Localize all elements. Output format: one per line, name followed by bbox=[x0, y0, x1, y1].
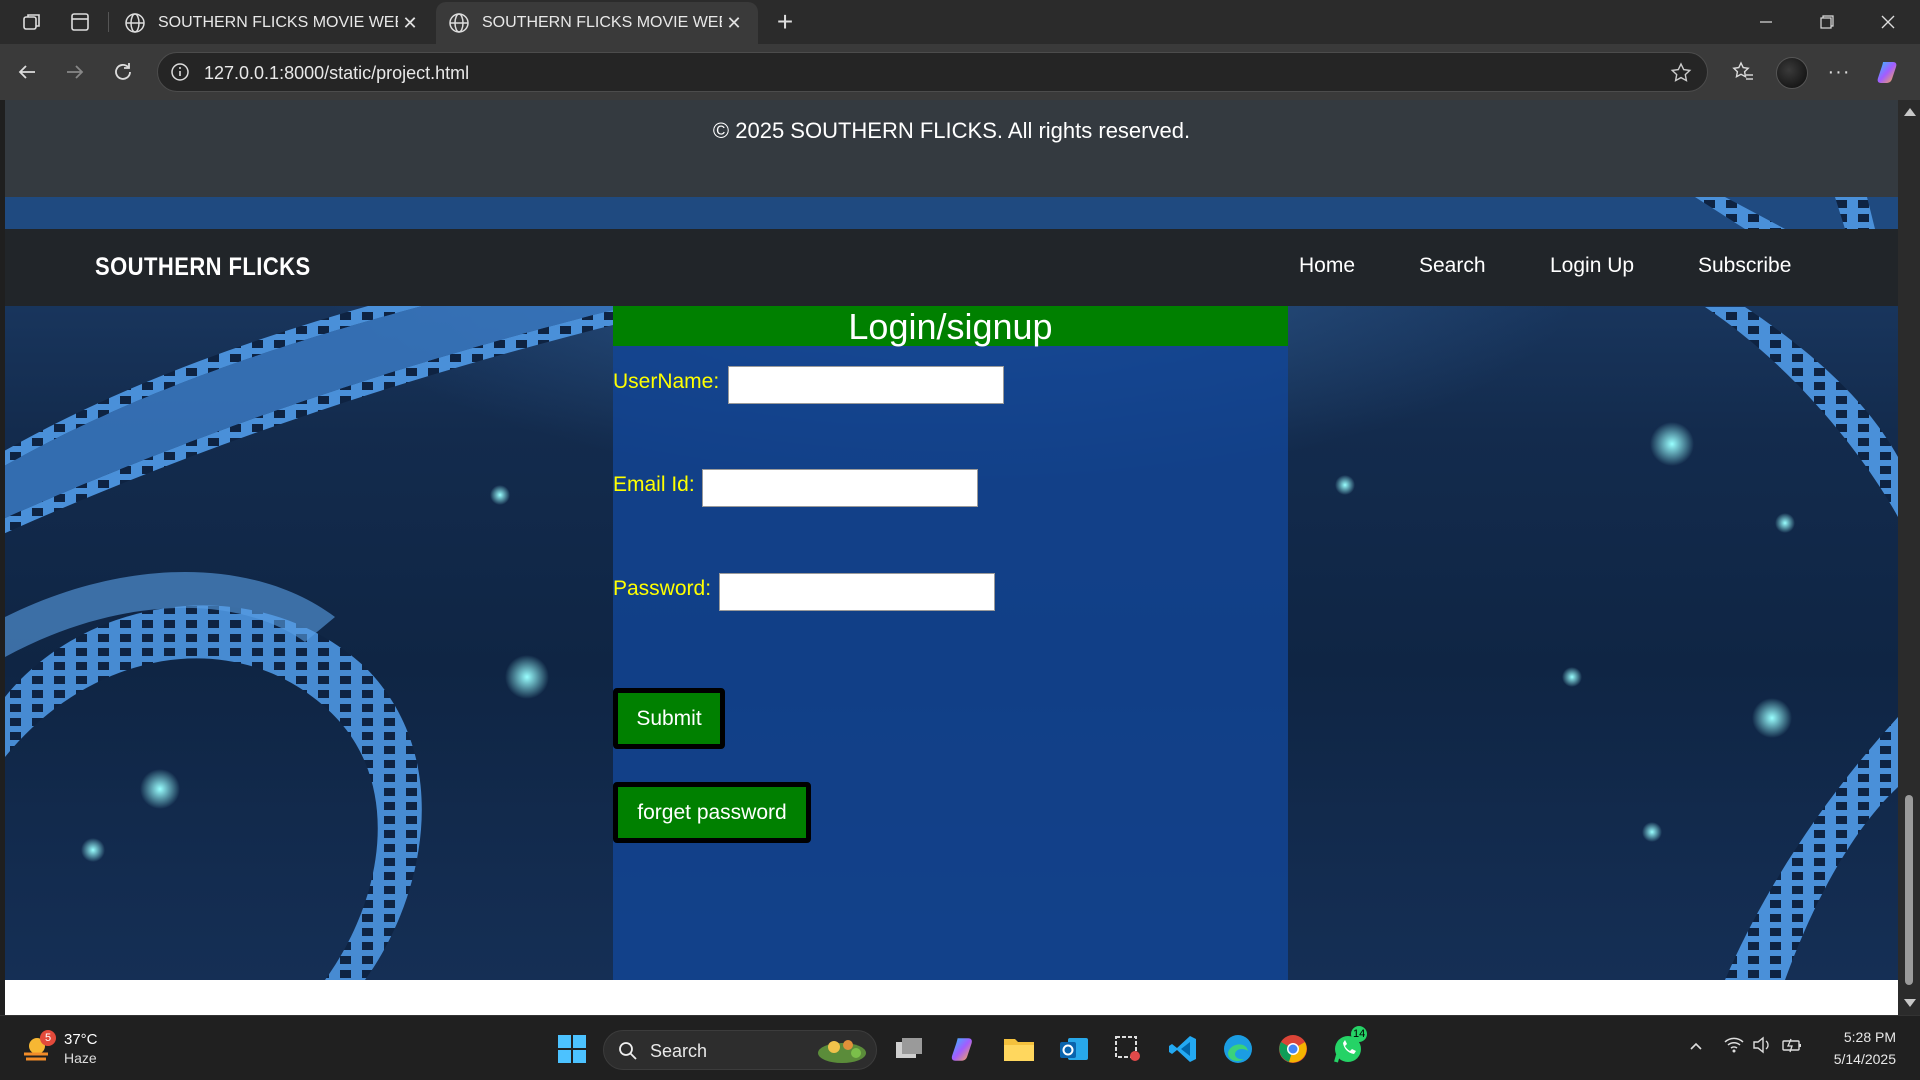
nav-link-home[interactable]: Home bbox=[1299, 254, 1355, 278]
taskbar-search[interactable]: Search bbox=[603, 1030, 877, 1070]
file-explorer-icon[interactable] bbox=[1002, 1032, 1036, 1066]
weather-badge: 5 bbox=[40, 1030, 56, 1046]
restore-button[interactable] bbox=[1797, 0, 1857, 44]
nav-link-subscribe[interactable]: Subscribe bbox=[1698, 254, 1791, 278]
search-icon bbox=[619, 1042, 637, 1060]
battery-icon[interactable] bbox=[1782, 1036, 1804, 1059]
forget-password-button[interactable]: forget password bbox=[613, 782, 811, 843]
copilot-taskbar-icon[interactable] bbox=[947, 1032, 981, 1066]
tab-1[interactable]: SOUTHERN FLICKS MOVIE WEBSITE ✕ bbox=[112, 2, 434, 44]
login-title: Login/signup bbox=[613, 306, 1288, 347]
tab-separator bbox=[108, 12, 109, 32]
back-arrow-icon bbox=[18, 65, 35, 79]
whatsapp-badge: 14 bbox=[1351, 1026, 1368, 1042]
browser-toolbar: 127.0.0.1:8000/static/project.html ··· bbox=[0, 44, 1920, 100]
copilot-icon[interactable] bbox=[1872, 56, 1906, 88]
site-header: SOUTHERN FLICKS Home Search Login Up Sub… bbox=[5, 229, 1898, 306]
scroll-up-icon[interactable] bbox=[1904, 108, 1916, 116]
nav-link-search[interactable]: Search bbox=[1419, 254, 1486, 278]
windows-logo-icon bbox=[558, 1035, 586, 1063]
password-input[interactable] bbox=[719, 573, 995, 611]
nav-link-login[interactable]: Login Up bbox=[1550, 254, 1634, 278]
weather-desc: Haze bbox=[64, 1050, 97, 1066]
edge-browser-icon[interactable] bbox=[1221, 1032, 1255, 1066]
favorites-button[interactable] bbox=[1726, 56, 1760, 88]
refresh-button[interactable] bbox=[106, 56, 140, 88]
scrollbar-thumb[interactable] bbox=[1905, 795, 1913, 985]
page-bottom bbox=[5, 980, 1898, 1015]
page-footer: © 2025 SOUTHERN FLICKS. All rights reser… bbox=[5, 100, 1898, 197]
snipping-tool-icon[interactable] bbox=[1111, 1032, 1145, 1066]
start-button[interactable] bbox=[555, 1032, 589, 1066]
submit-button[interactable]: Submit bbox=[613, 688, 725, 749]
username-input[interactable] bbox=[728, 366, 1004, 404]
globe-icon bbox=[449, 13, 469, 33]
browser-tab-bar: SOUTHERN FLICKS MOVIE WEBSITE ✕ SOUTHERN… bbox=[0, 0, 1920, 44]
close-icon bbox=[1881, 15, 1895, 29]
email-label: Email Id: bbox=[613, 473, 695, 496]
globe-icon bbox=[125, 13, 145, 33]
windows-taskbar: 5 37°C Haze Search 14 5:28 PM 5/14/2025 bbox=[0, 1015, 1920, 1080]
close-tab-icon[interactable]: ✕ bbox=[398, 11, 422, 35]
tray-overflow-icon[interactable] bbox=[1688, 1038, 1704, 1054]
clock-date[interactable]: 5/14/2025 bbox=[1818, 1051, 1896, 1067]
copyright-text: © 2025 SOUTHERN FLICKS. All rights reser… bbox=[712, 118, 1191, 143]
profile-avatar[interactable] bbox=[1776, 57, 1808, 89]
weather-widget[interactable]: 5 37°C Haze bbox=[20, 1028, 110, 1070]
vscode-icon[interactable] bbox=[1166, 1032, 1200, 1066]
tab-title: SOUTHERN FLICKS MOVIE WEBSITE bbox=[158, 14, 398, 31]
site-info-icon[interactable] bbox=[170, 62, 190, 82]
task-view-icon[interactable] bbox=[892, 1032, 926, 1066]
forward-arrow-icon bbox=[67, 65, 84, 79]
tab-title: SOUTHERN FLICKS MOVIE WEBSITE bbox=[482, 14, 722, 31]
url-text: 127.0.0.1:8000/static/project.html bbox=[204, 63, 470, 83]
outlook-icon[interactable] bbox=[1057, 1032, 1091, 1066]
username-label: UserName: bbox=[613, 370, 720, 393]
back-button[interactable] bbox=[10, 56, 44, 88]
tab-actions-icon[interactable] bbox=[66, 9, 94, 35]
close-tab-icon[interactable]: ✕ bbox=[722, 11, 746, 35]
favorites-icon bbox=[1732, 61, 1753, 80]
volume-icon[interactable] bbox=[1752, 1036, 1772, 1059]
weather-temp: 37°C bbox=[64, 1031, 98, 1048]
restore-icon bbox=[1820, 15, 1834, 29]
clock-time[interactable]: 5:28 PM bbox=[1830, 1029, 1896, 1045]
email-input[interactable] bbox=[702, 469, 978, 507]
workspaces-icon[interactable] bbox=[18, 9, 46, 35]
whatsapp-icon[interactable]: 14 bbox=[1331, 1026, 1368, 1066]
favorite-star-icon[interactable] bbox=[1669, 61, 1693, 85]
chrome-icon[interactable] bbox=[1276, 1032, 1310, 1066]
page-scrollbar[interactable] bbox=[1898, 100, 1920, 1015]
address-bar[interactable]: 127.0.0.1:8000/static/project.html bbox=[157, 52, 1708, 92]
site-logo[interactable]: SOUTHERN FLICKS bbox=[95, 253, 311, 282]
refresh-icon bbox=[115, 63, 131, 80]
login-form: Login/signup UserName: Email Id: Passwor… bbox=[613, 306, 1288, 980]
forward-button[interactable] bbox=[58, 56, 92, 88]
search-highlight-icon bbox=[818, 1040, 866, 1063]
minimize-icon bbox=[1760, 21, 1772, 23]
more-menu-button[interactable]: ··· bbox=[1822, 56, 1856, 88]
page-viewport: © 2025 SOUTHERN FLICKS. All rights reser… bbox=[5, 100, 1898, 1015]
minimize-button[interactable] bbox=[1736, 0, 1796, 44]
wifi-icon[interactable] bbox=[1724, 1036, 1744, 1059]
tab-2[interactable]: SOUTHERN FLICKS MOVIE WEBSITE ✕ bbox=[436, 2, 758, 44]
scroll-down-icon[interactable] bbox=[1904, 999, 1916, 1007]
new-tab-button[interactable]: + bbox=[770, 6, 800, 37]
password-label: Password: bbox=[613, 577, 712, 600]
taskbar-search-label: Search bbox=[650, 1041, 708, 1061]
close-window-button[interactable] bbox=[1858, 0, 1918, 44]
